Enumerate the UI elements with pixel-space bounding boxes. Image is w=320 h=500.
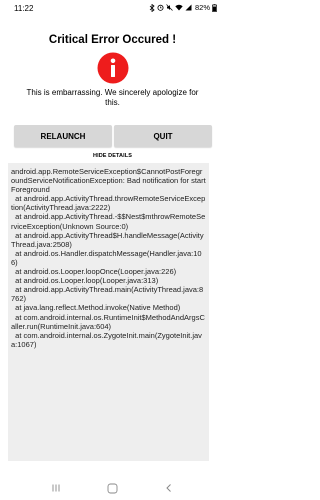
stack-trace-line: at com.android.internal.os.ZygoteInit.ma… [11,330,202,349]
error-info-icon [97,52,129,84]
cell-signal-icon [185,4,192,11]
status-bar: 11:22 82% [0,0,225,18]
stack-trace-line: at java.lang.reflect.Method.invoke(Nativ… [11,303,181,313]
alarm-icon [157,4,164,11]
back-icon[interactable] [164,483,174,493]
home-icon[interactable] [107,483,118,494]
stack-trace-line: at android.os.Looper.loopOnce(Looper.jav… [11,267,177,277]
battery-percentage: 82% [194,3,210,12]
recents-icon[interactable] [51,483,61,493]
navigation-bar [0,476,225,500]
stack-trace-line: at com.android.internal.os.RuntimeInit$M… [11,312,205,331]
stack-trace-line: at android.app.ActivityThread$H.handleMe… [11,230,204,249]
bluetooth-icon [149,3,155,12]
hide-details-link[interactable]: HIDE DETAILS [0,153,225,159]
dialog-title: Critical Error Occured ! [48,34,177,46]
relaunch-button[interactable]: RELAUNCH [14,125,112,147]
stack-trace-line: android.app.RemoteServiceException$Canno… [11,167,206,195]
battery-icon [212,3,217,12]
stack-trace-line: at android.app.ActivityThread.throwRemot… [11,194,206,213]
stack-trace-line: at android.app.ActivityThread.-$$Nest$mt… [11,212,206,231]
stack-trace-line: at android.app.ActivityThread.main(Activ… [11,285,204,304]
stack-trace-line: at android.os.Handler.dispatchMessage(Ha… [11,248,202,267]
stack-trace-line: at android.os.Looper.loop(Looper.java:31… [11,276,159,286]
wifi-icon [175,4,183,11]
status-icons: 82% [149,3,217,12]
mute-icon [166,4,173,11]
error-message: This is embarrassing. We sincerely apolo… [26,88,199,107]
stack-trace-panel[interactable]: android.app.RemoteServiceException$Canno… [8,163,209,461]
status-time: 11:22 [14,4,34,13]
quit-button[interactable]: QUIT [114,125,212,147]
